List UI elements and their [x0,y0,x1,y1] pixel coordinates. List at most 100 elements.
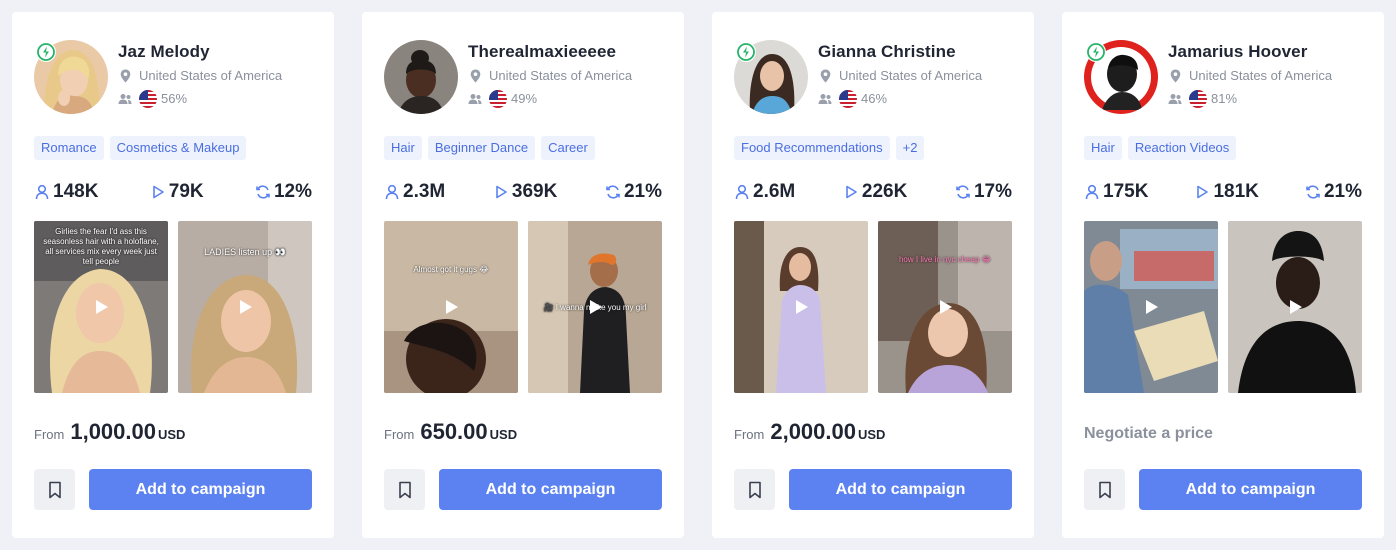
bookmark-icon [398,481,411,498]
video-thumbnail[interactable]: 🎥 I wanna make you my girl [528,221,662,393]
video-thumbnail[interactable] [734,221,868,393]
avatar-container[interactable] [734,40,808,114]
category-tag[interactable]: Food Recommendations [734,136,890,160]
video-thumbnail[interactable]: how I live in nyc cheap 😂 [878,221,1012,393]
bookmark-button[interactable] [34,469,75,510]
followers-stat: 2.6M [734,181,795,203]
location-pin-icon [1168,69,1182,83]
video-thumbnail[interactable] [1228,221,1362,393]
audience-percentage: 46% [861,91,888,106]
card-actions: Add to campaign [384,469,662,510]
people-icon [818,92,832,106]
video-caption: LADIES listen up 👀 [204,247,286,257]
stats-row: 2.6M 226K 17% [734,180,1012,204]
followers-stat: 175K [1084,181,1148,203]
people-icon [1168,92,1182,106]
avatar[interactable] [384,40,458,114]
video-thumbnail[interactable]: LADIES listen up 👀 [178,221,312,393]
location-row: United States of America [1168,68,1332,84]
category-tags: Hair Beginner Dance Career [384,136,662,160]
play-icon [843,184,859,200]
creator-card[interactable]: Therealmaxieeeee United States of Americ… [362,12,684,538]
category-tag[interactable]: Hair [384,136,422,160]
bookmark-icon [748,481,761,498]
verified-badge-icon [1086,42,1106,62]
video-thumbnail[interactable]: Almost got it gugs 😂 [384,221,518,393]
price-currency: USD [489,427,518,442]
avatar-container[interactable] [384,40,458,114]
verified-badge-icon [36,42,56,62]
audience-row: 46% [818,90,982,108]
video-previews: Girlies the fear I'd ass this seasonless… [34,221,312,393]
price-prefix: From [734,427,765,442]
creator-name[interactable]: Jaz Melody [118,42,282,62]
category-tag[interactable]: Reaction Videos [1127,136,1237,160]
bookmark-button[interactable] [734,469,775,510]
play-icon[interactable] [442,298,460,316]
creator-card[interactable]: Jamarius Hoover United States of America [1062,12,1384,538]
category-tag[interactable]: Career [541,136,595,160]
creator-card[interactable]: Jaz Melody United States of America 56% … [12,12,334,538]
location-text: United States of America [1189,68,1333,83]
category-tag[interactable]: Beginner Dance [427,136,536,160]
creator-name[interactable]: Jamarius Hoover [1168,42,1332,62]
add-to-campaign-button[interactable]: Add to campaign [1139,469,1362,510]
price-prefix: From [34,427,65,442]
bookmark-button[interactable] [384,469,425,510]
engagement-rate: 21% [623,181,662,202]
views-stat: 79K [150,181,204,203]
bookmark-button[interactable] [1084,469,1125,510]
avatar-container[interactable] [34,40,108,114]
play-icon[interactable] [236,298,254,316]
add-to-campaign-button[interactable]: Add to campaign [789,469,1012,510]
price-amount: 2,000.00 [770,419,856,444]
video-previews: how I live in nyc cheap 😂 [734,221,1012,393]
avatar-container[interactable] [1084,40,1158,114]
card-actions: Add to campaign [734,469,1012,510]
play-icon[interactable] [936,298,954,316]
play-icon [150,184,166,200]
video-previews: Almost got it gugs 😂 🎥 I wanna make you … [384,221,662,393]
category-tag[interactable]: Romance [34,136,104,160]
play-icon[interactable] [586,298,604,316]
audience-row: 49% [468,90,632,108]
creator-name[interactable]: Gianna Christine [818,42,982,62]
location-text: United States of America [139,68,283,83]
price-amount: 650.00 [420,419,488,444]
video-thumbnail[interactable] [1084,221,1218,393]
creator-name[interactable]: Therealmaxieeeee [468,42,632,62]
followers-stat: 2.3M [384,181,445,203]
stats-row: 148K 79K 12% [34,180,312,204]
category-tags: Romance Cosmetics & Makeup [34,136,312,160]
play-icon[interactable] [1286,298,1304,316]
refresh-icon [255,184,271,200]
play-icon[interactable] [92,298,110,316]
price-row: Negotiate a price [1084,419,1362,449]
engagement-stat: 17% [955,181,1012,203]
price-amount: 1,000.00 [70,419,156,444]
play-icon [1194,184,1210,200]
views-stat: 226K [843,181,907,203]
play-icon[interactable] [1142,298,1160,316]
category-tag[interactable]: Cosmetics & Makeup [109,136,247,160]
followers-count: 2.6M [753,181,796,202]
video-thumbnail[interactable]: Girlies the fear I'd ass this seasonless… [34,221,168,393]
more-tags-badge[interactable]: +2 [895,136,925,160]
creator-header: Jamarius Hoover United States of America [1084,40,1362,114]
price-row: From 650.00 USD [384,419,662,449]
category-tags: Food Recommendations +2 [734,136,1012,160]
add-to-campaign-button[interactable]: Add to campaign [89,469,312,510]
add-to-campaign-button[interactable]: Add to campaign [439,469,662,510]
category-tag[interactable]: Hair [1084,136,1122,160]
location-row: United States of America [468,68,632,84]
card-actions: Add to campaign [1084,469,1362,510]
engagement-rate: 12% [273,181,312,202]
us-flag-icon [489,90,507,108]
play-icon[interactable] [792,298,810,316]
audience-percentage: 56% [161,91,188,106]
people-icon [118,92,132,106]
views-count: 369K [511,181,558,202]
audience-percentage: 81% [1211,91,1238,106]
creator-card[interactable]: Gianna Christine United States of Americ… [712,12,1034,538]
us-flag-icon [139,90,157,108]
